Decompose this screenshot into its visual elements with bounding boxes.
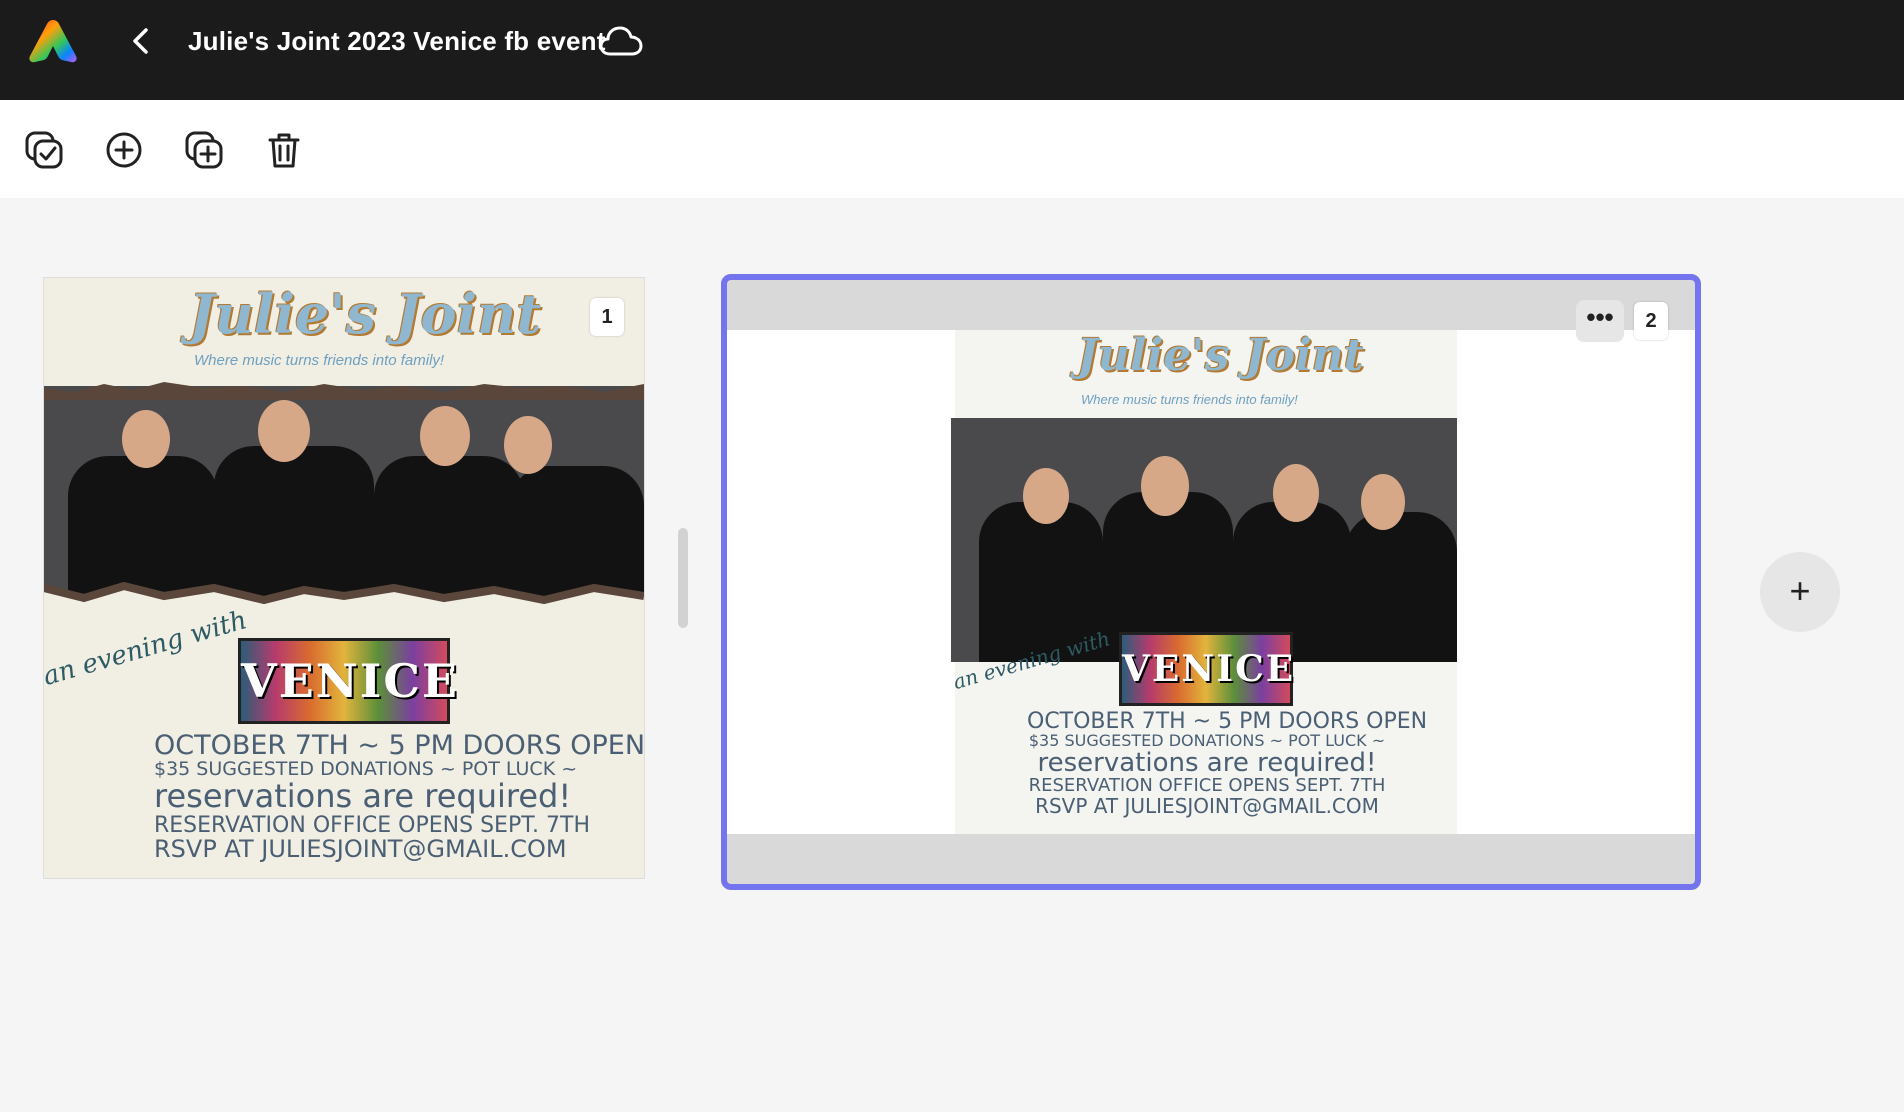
add-page-button[interactable]: +	[1760, 552, 1840, 632]
reservation-line: reservations are required!	[154, 777, 572, 816]
band-photo	[951, 418, 1457, 662]
back-icon[interactable]	[128, 26, 154, 56]
cloud-icon[interactable]	[598, 22, 644, 62]
add-page-icon[interactable]	[104, 130, 144, 170]
band-logo: VENICE	[1119, 632, 1293, 706]
pages-canvas: Julie's Joint Where music turns friends …	[0, 198, 1904, 1112]
office-line: reservation office opens Sept. 7th	[154, 812, 591, 838]
flyer-title: Julie's Joint	[1077, 330, 1364, 381]
rsvp-line: RSVP at JULIESJOINT@GMAIL.COM	[1035, 794, 1379, 819]
duplicate-page-icon[interactable]	[184, 130, 224, 170]
page-toolbar	[0, 100, 1904, 198]
page-thumbnail-2[interactable]: Julie's Joint Where music turns friends …	[721, 274, 1701, 890]
delete-icon[interactable]	[264, 130, 304, 170]
event-details: October 7th ~ 5 PM Doors Open $35 Sugges…	[1027, 709, 1428, 819]
flyer-tagline: Where music turns friends into family!	[1081, 392, 1298, 407]
flyer-title: Julie's Joint	[189, 282, 542, 346]
band-photo	[44, 386, 644, 596]
page-number-badge: 1	[590, 298, 624, 336]
page-thumbnail-1[interactable]: Julie's Joint Where music turns friends …	[44, 278, 644, 878]
rsvp-line: RSVP at JULIESJOINT@GMAIL.COM	[154, 834, 567, 863]
reservation-line: reservations are required!	[1037, 747, 1377, 778]
torn-paper-edge	[44, 382, 644, 400]
torn-paper-edge	[44, 582, 644, 618]
select-pages-icon[interactable]	[24, 130, 64, 170]
document-title[interactable]: Julie's Joint 2023 Venice fb event	[188, 24, 606, 58]
flyer-tagline: Where music turns friends into family!	[194, 352, 445, 369]
event-date-line: October 7th ~ 5 PM Doors Open	[154, 730, 644, 761]
more-options-button[interactable]: •••	[1576, 300, 1624, 342]
page-number-badge: 2	[1634, 302, 1668, 340]
band-logo: VENICE	[238, 638, 457, 724]
page-2-artboard: Julie's Joint Where music turns friends …	[727, 330, 1695, 834]
adobe-express-logo[interactable]	[28, 18, 78, 64]
script-text: an evening with	[44, 605, 251, 692]
event-details: October 7th ~ 5 PM Doors Open $35 Sugges…	[154, 730, 644, 863]
app-header: Julie's Joint 2023 Venice fb event	[0, 0, 1904, 100]
resize-handle[interactable]	[678, 528, 688, 628]
event-date-line: October 7th ~ 5 PM Doors Open	[1027, 709, 1428, 734]
